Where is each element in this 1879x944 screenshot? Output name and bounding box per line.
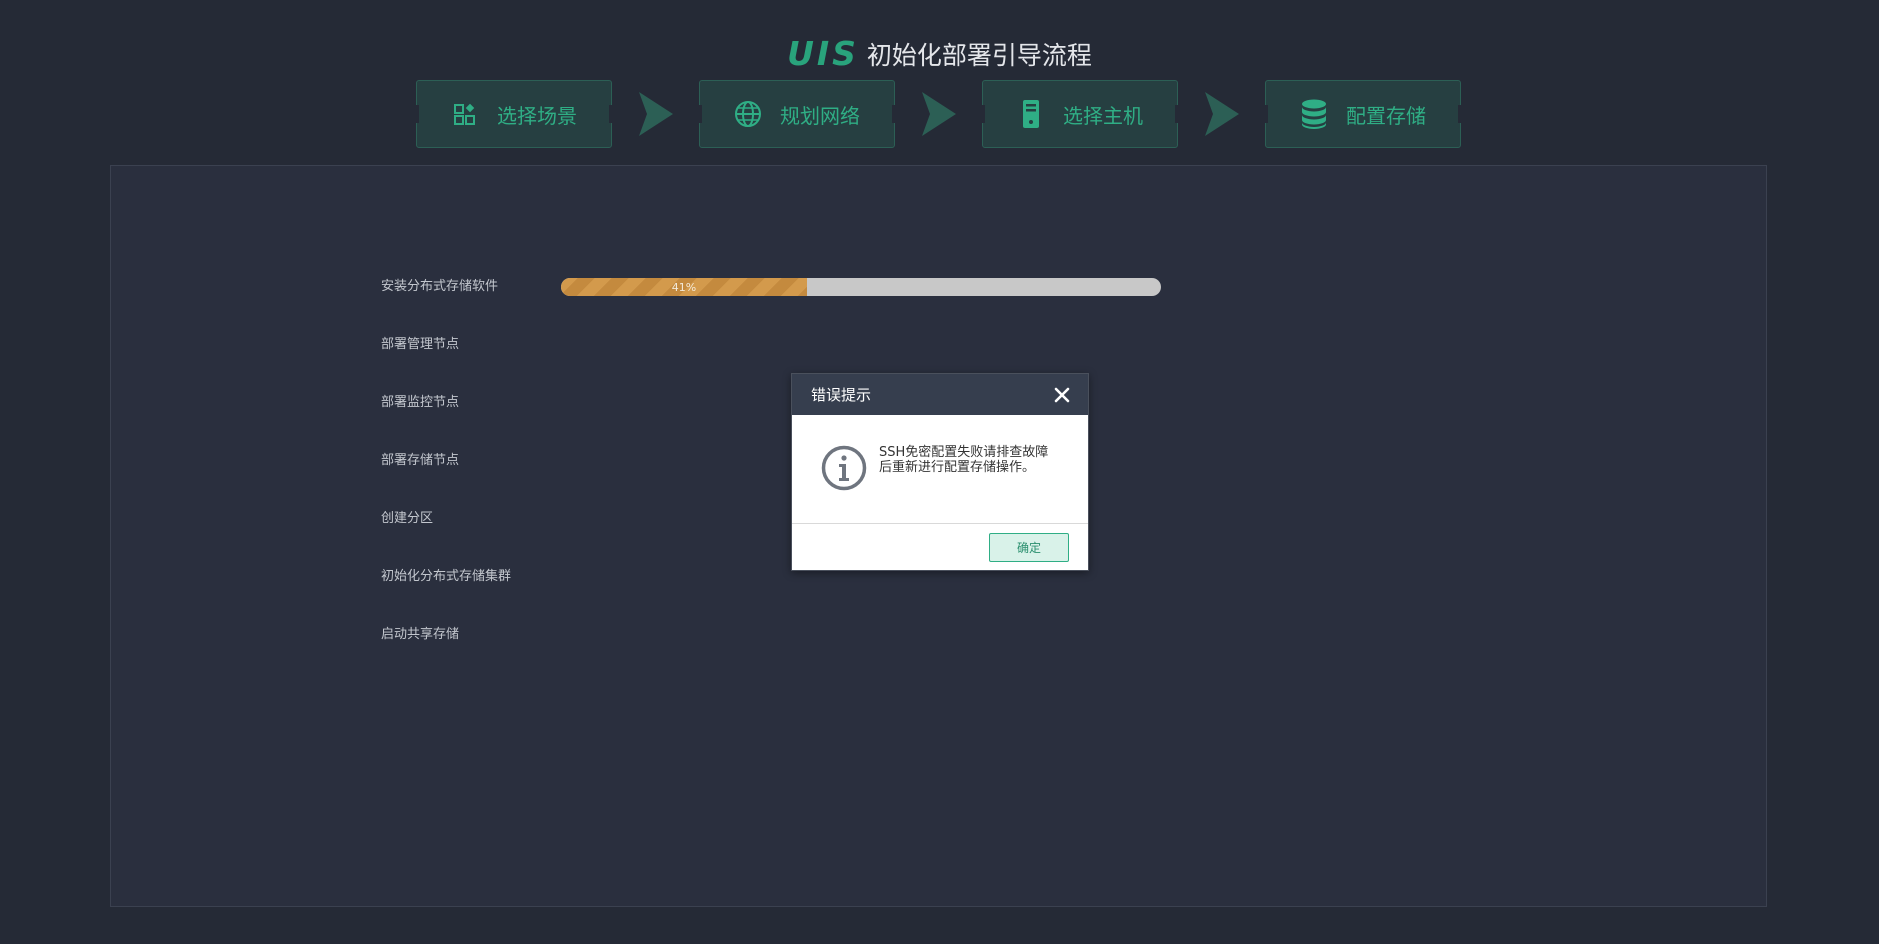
step-arrow-icon <box>895 80 982 148</box>
step-select-scene[interactable]: 选择场景 <box>415 80 613 148</box>
scene-grid-icon <box>451 100 479 128</box>
task-item: 初始化分布式存储集群 <box>381 569 1161 627</box>
step-plan-network[interactable]: 规划网络 <box>698 80 896 148</box>
task-item: 启动共享存储 <box>381 627 1161 685</box>
server-icon <box>1017 100 1045 128</box>
task-label: 创建分区 <box>381 511 434 526</box>
page-title: 初始化部署引导流程 <box>866 40 1092 70</box>
progress-bar: 41% <box>561 278 1161 296</box>
dialog-title: 错误提示 <box>811 386 872 404</box>
step-label: 选择场景 <box>497 103 577 128</box>
task-label: 部署监控节点 <box>381 395 460 410</box>
step-label: 选择主机 <box>1063 103 1143 128</box>
info-icon <box>821 445 867 491</box>
error-dialog: 错误提示 SSH免密配置失败请排查故障后重新进行配置存储操作。 确定 <box>791 373 1089 571</box>
wizard-steps: 选择场景 规划网络 选择主机 配置存储 <box>415 80 1462 148</box>
dialog-message: SSH免密配置失败请排查故障后重新进行配置存储操作。 <box>879 445 1049 475</box>
step-label: 规划网络 <box>780 103 860 128</box>
task-item: 安装分布式存储软件 41% <box>381 278 1161 337</box>
uis-logo: UIS <box>787 34 859 73</box>
database-icon <box>1300 99 1328 129</box>
step-arrow-icon <box>612 80 699 148</box>
ok-button[interactable]: 确定 <box>989 532 1069 562</box>
page-header: UIS 初始化部署引导流程 <box>0 34 1879 73</box>
globe-icon <box>734 100 762 128</box>
task-label: 部署存储节点 <box>381 453 460 468</box>
step-label: 配置存储 <box>1346 103 1426 128</box>
dialog-footer: 确定 <box>792 524 1088 570</box>
step-configure-storage[interactable]: 配置存储 <box>1264 80 1462 148</box>
progress-text: 41% <box>671 280 697 294</box>
step-select-host[interactable]: 选择主机 <box>981 80 1179 148</box>
task-label: 启动共享存储 <box>381 627 460 642</box>
task-label: 安装分布式存储软件 <box>381 279 499 294</box>
task-label: 初始化分布式存储集群 <box>381 569 512 584</box>
close-icon[interactable] <box>1054 387 1070 403</box>
dialog-header: 错误提示 <box>792 374 1088 415</box>
step-arrow-icon <box>1178 80 1265 148</box>
dialog-body: SSH免密配置失败请排查故障后重新进行配置存储操作。 <box>792 415 1088 524</box>
task-label: 部署管理节点 <box>381 337 460 352</box>
